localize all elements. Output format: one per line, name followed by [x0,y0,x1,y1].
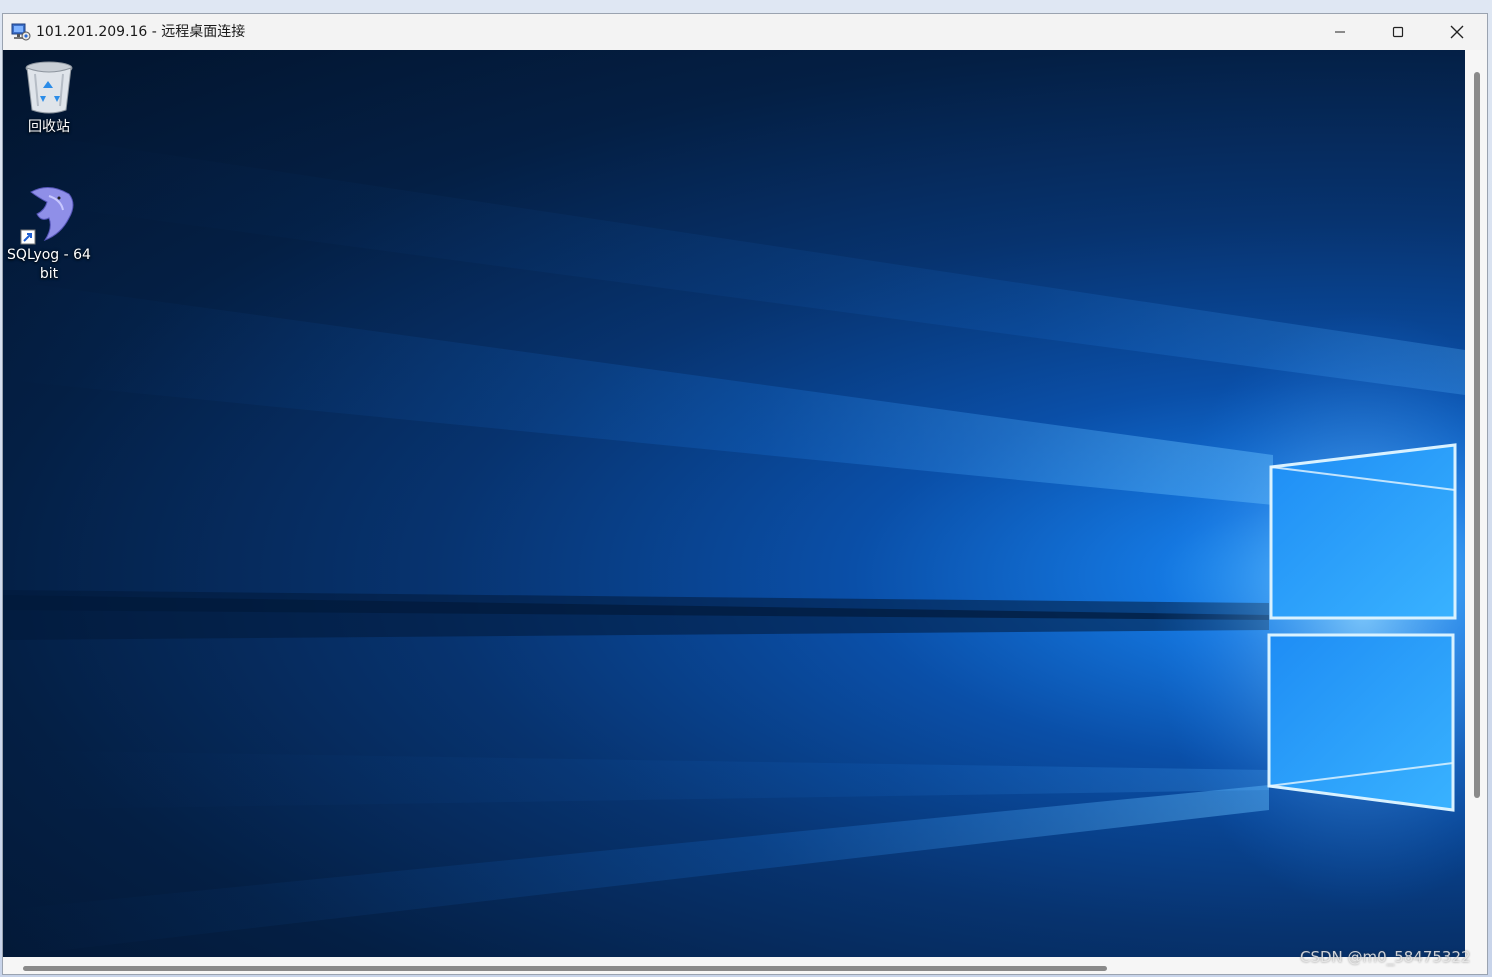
horizontal-scrollbar[interactable] [3,957,1465,974]
remote-desktop-icon [11,23,31,41]
window-title: 101.201.209.16 - 远程桌面连接 [36,24,246,40]
vertical-scrollbar-thumb[interactable] [1474,72,1480,798]
recycle-bin-icon [25,61,73,114]
remote-desktop-area[interactable]: 回收站 SQLyog - 64 bit [3,50,1465,957]
title-bar[interactable]: 101.201.209.16 - 远程桌面连接 [3,14,1487,50]
sqlyog-dolphin-icon [20,187,74,245]
maximize-icon [1392,26,1404,38]
sqlyog-label-line1: SQLyog - 64 [7,247,91,263]
minimize-button[interactable] [1311,14,1369,50]
recycle-bin-label: 回收站 [28,119,70,135]
windows-wallpaper [3,130,1465,957]
csdn-watermark: CSDN @m0_58475322 [1300,948,1471,966]
desktop-icon-sqlyog[interactable]: SQLyog - 64 bit [3,184,97,284]
close-button[interactable] [1428,14,1486,50]
horizontal-scrollbar-thumb[interactable] [23,966,1107,971]
minimize-icon [1335,31,1345,33]
maximize-button[interactable] [1369,14,1427,50]
remote-desktop-window: 101.201.209.16 - 远程桌面连接 回收站 SQLyog - 64 … [2,13,1488,975]
desktop-icon-recycle-bin[interactable]: 回收站 [3,58,97,137]
sqlyog-label-line2: bit [39,266,59,282]
close-icon [1450,25,1464,39]
vertical-scrollbar[interactable] [1465,50,1487,957]
